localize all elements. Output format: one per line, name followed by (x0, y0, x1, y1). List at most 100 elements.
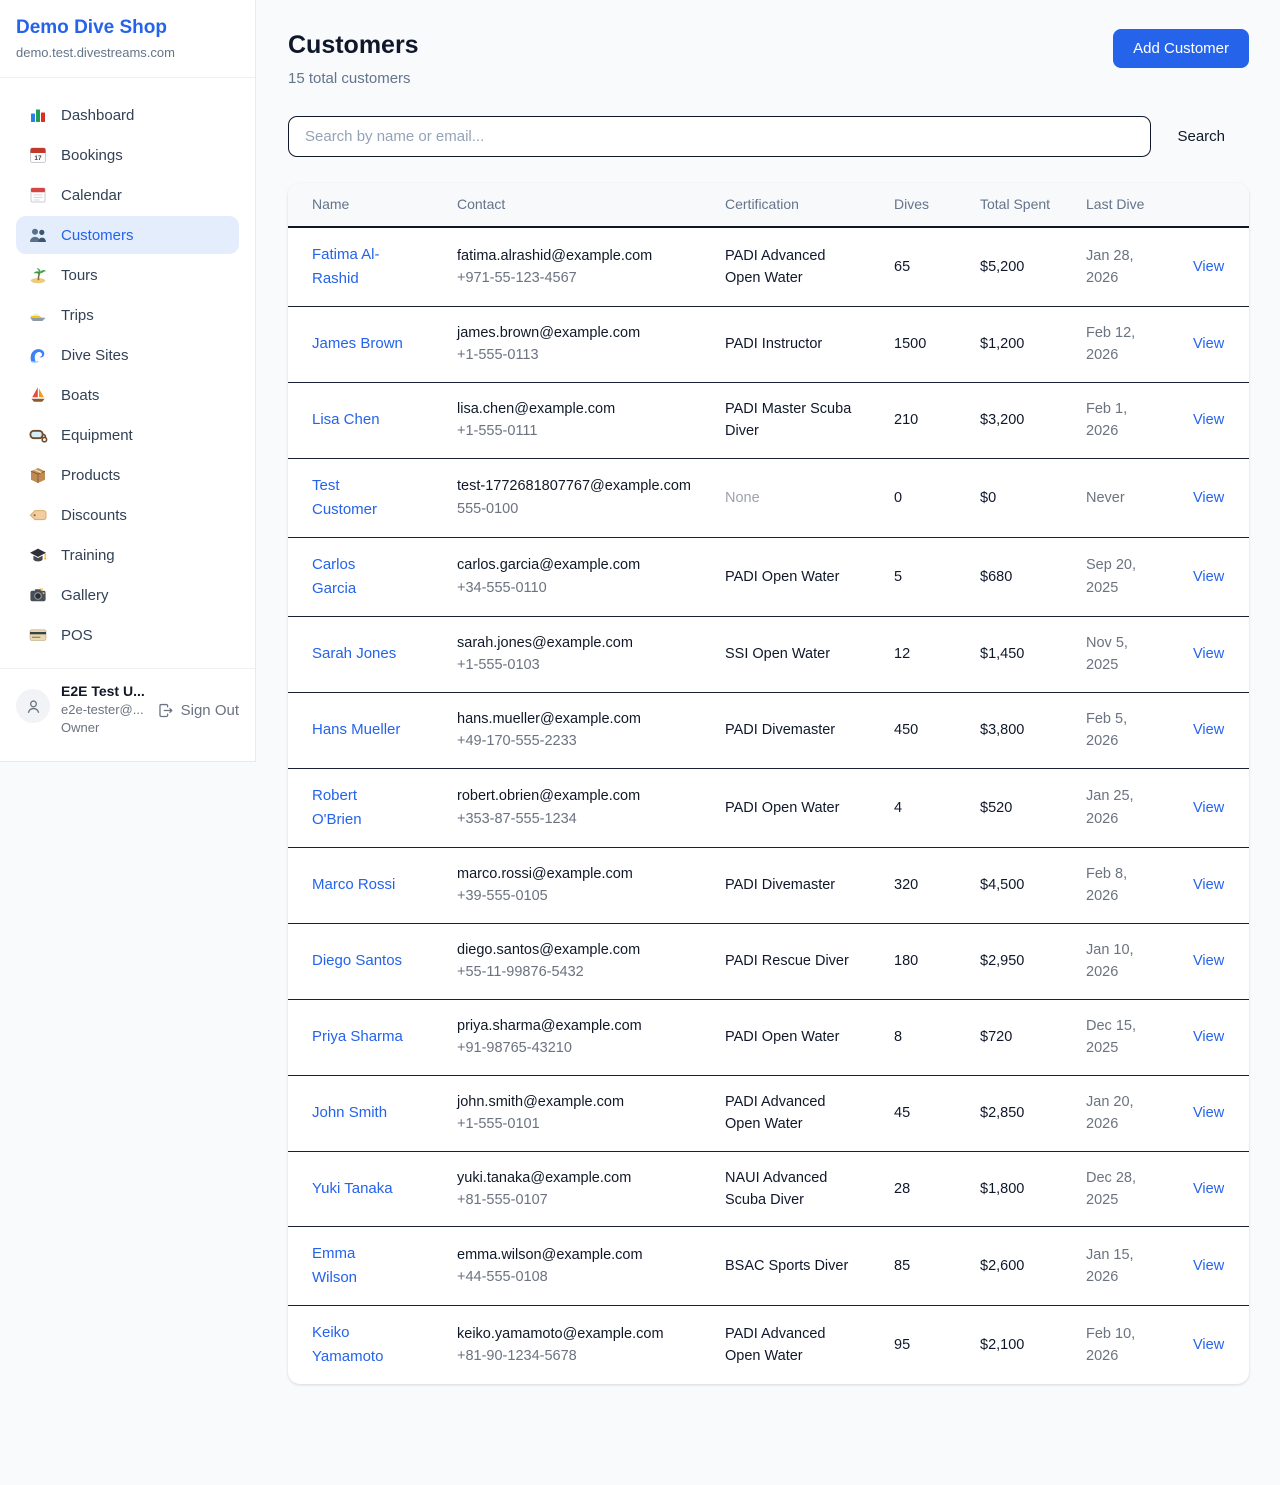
table-row: Marco Rossi marco.rossi@example.com+39-55… (288, 847, 1249, 923)
customer-name-link[interactable]: James Brown (312, 335, 403, 352)
customer-name-link[interactable]: Yuki Tanaka (312, 1180, 393, 1197)
search-button[interactable]: Search (1151, 128, 1249, 145)
customer-total-spent: $520 (956, 768, 1062, 847)
customer-last-dive: Feb 12, 2026 (1062, 307, 1169, 383)
customer-total-spent: $5,200 (956, 227, 1062, 307)
customer-dives: 320 (870, 847, 956, 923)
customer-name-link[interactable]: Hans Mueller (312, 721, 400, 738)
sidebar-item-products[interactable]: Products (16, 456, 239, 494)
view-link[interactable]: View (1193, 490, 1224, 506)
customer-name-link[interactable]: Sarah Jones (312, 645, 396, 662)
sidebar-item-equipment[interactable]: Equipment (16, 416, 239, 454)
view-link[interactable]: View (1193, 722, 1224, 738)
page-subtitle: 15 total customers (288, 70, 419, 87)
customer-name-link[interactable]: Marco Rossi (312, 876, 395, 893)
customer-name-link[interactable]: Fatima Al-Rashid (312, 246, 380, 287)
table-row: Test Customer test-1772681807767@example.… (288, 458, 1249, 537)
customer-actions-cell: View (1169, 768, 1249, 847)
user-email: e2e-tester@... (61, 702, 146, 717)
customer-name-cell: John Smith (288, 1075, 433, 1151)
sidebar-item-dashboard[interactable]: Dashboard (16, 96, 239, 134)
customer-actions-cell: View (1169, 692, 1249, 768)
table-row: John Smithjohn.smith@example.com+1-555-0… (288, 1075, 1249, 1151)
customer-dives: 210 (870, 382, 956, 458)
sidebar-item-trips[interactable]: Trips (16, 296, 239, 334)
customer-last-dive: Feb 5, 2026 (1062, 692, 1169, 768)
customer-name-link[interactable]: Test Customer (312, 477, 377, 518)
sidebar-item-label: Boats (61, 387, 99, 404)
sidebar-item-boats[interactable]: Boats (16, 376, 239, 414)
view-link[interactable]: View (1193, 569, 1224, 585)
sidebar-item-dive-sites[interactable]: Dive Sites (16, 336, 239, 374)
customer-email: marco.rossi@example.com (457, 863, 691, 885)
customer-name-link[interactable]: Keiko Yamamoto (312, 1324, 383, 1365)
table-header-row: Name Contact Certification Dives Total S… (288, 183, 1249, 227)
customer-certification: PADI Divemaster (701, 692, 870, 768)
customer-name-cell: Lisa Chen (288, 382, 433, 458)
customer-dives: 95 (870, 1306, 956, 1385)
island-icon (28, 265, 48, 285)
sidebar-item-gallery[interactable]: Gallery (16, 576, 239, 614)
sidebar-item-label: Equipment (61, 427, 133, 444)
sign-out-button[interactable]: Sign Out (157, 702, 239, 719)
customer-dives: 180 (870, 923, 956, 999)
sidebar-item-label: POS (61, 627, 93, 644)
customer-certification: PADI Advanced Open Water (701, 1075, 870, 1151)
customer-name-link[interactable]: Robert O'Brien (312, 787, 362, 828)
customer-last-dive: Feb 8, 2026 (1062, 847, 1169, 923)
view-link[interactable]: View (1193, 953, 1224, 969)
customer-name-link[interactable]: Lisa Chen (312, 411, 380, 428)
page-header: Customers 15 total customers Add Custome… (288, 24, 1249, 87)
view-link[interactable]: View (1193, 1337, 1224, 1353)
sidebar-item-discounts[interactable]: Discounts (16, 496, 239, 534)
customer-contact-cell: marco.rossi@example.com+39-555-0105 (433, 847, 701, 923)
sidebar-item-pos[interactable]: POS (16, 616, 239, 654)
customer-name-link[interactable]: Diego Santos (312, 952, 402, 969)
customer-name-link[interactable]: John Smith (312, 1104, 387, 1121)
view-link[interactable]: View (1193, 1181, 1224, 1197)
customer-contact-cell: emma.wilson@example.com+44-555-0108 (433, 1227, 701, 1306)
customer-phone: +1-555-0103 (457, 654, 691, 676)
customer-dives: 28 (870, 1151, 956, 1227)
customer-total-spent: $0 (956, 458, 1062, 537)
view-link[interactable]: View (1193, 412, 1224, 428)
customer-name-link[interactable]: Carlos Garcia (312, 556, 356, 597)
customer-name-link[interactable]: Priya Sharma (312, 1028, 403, 1045)
customer-email: carlos.garcia@example.com (457, 554, 691, 576)
customer-phone: +81-90-1234-5678 (457, 1345, 691, 1367)
view-link[interactable]: View (1193, 259, 1224, 275)
view-link[interactable]: View (1193, 1105, 1224, 1121)
sidebar-item-calendar[interactable]: Calendar (16, 176, 239, 214)
sidebar-item-customers[interactable]: Customers (16, 216, 239, 254)
add-customer-button[interactable]: Add Customer (1113, 29, 1249, 68)
customer-certification: PADI Advanced Open Water (701, 1306, 870, 1385)
customer-phone: +34-555-0110 (457, 577, 691, 599)
view-link[interactable]: View (1193, 646, 1224, 662)
table-row: Carlos Garcia carlos.garcia@example.com+3… (288, 537, 1249, 616)
customer-actions-cell: View (1169, 382, 1249, 458)
view-link[interactable]: View (1193, 1258, 1224, 1274)
sidebar-item-label: Discounts (61, 507, 127, 524)
view-link[interactable]: View (1193, 1029, 1224, 1045)
customer-phone: +49-170-555-2233 (457, 730, 691, 752)
sidebar-item-training[interactable]: Training (16, 536, 239, 574)
customer-email: diego.santos@example.com (457, 939, 691, 961)
view-link[interactable]: View (1193, 877, 1224, 893)
tag-icon (28, 505, 48, 525)
sidebar-item-label: Calendar (61, 187, 122, 204)
search-input[interactable] (288, 116, 1151, 157)
view-link[interactable]: View (1193, 336, 1224, 352)
view-link[interactable]: View (1193, 800, 1224, 816)
customer-contact-cell: test-1772681807767@example.com555-0100 (433, 458, 701, 537)
customer-contact-cell: carlos.garcia@example.com+34-555-0110 (433, 537, 701, 616)
customer-phone: +91-98765-43210 (457, 1037, 691, 1059)
customer-contact-cell: fatima.alrashid@example.com+971-55-123-4… (433, 227, 701, 307)
customer-actions-cell: View (1169, 923, 1249, 999)
customer-actions-cell: View (1169, 458, 1249, 537)
customer-contact-cell: sarah.jones@example.com+1-555-0103 (433, 616, 701, 692)
sidebar-item-tours[interactable]: Tours (16, 256, 239, 294)
sidebar-item-bookings[interactable]: 17Bookings (16, 136, 239, 174)
customer-actions-cell: View (1169, 307, 1249, 383)
customer-actions-cell: View (1169, 999, 1249, 1075)
customer-name-link[interactable]: Emma Wilson (312, 1245, 357, 1286)
